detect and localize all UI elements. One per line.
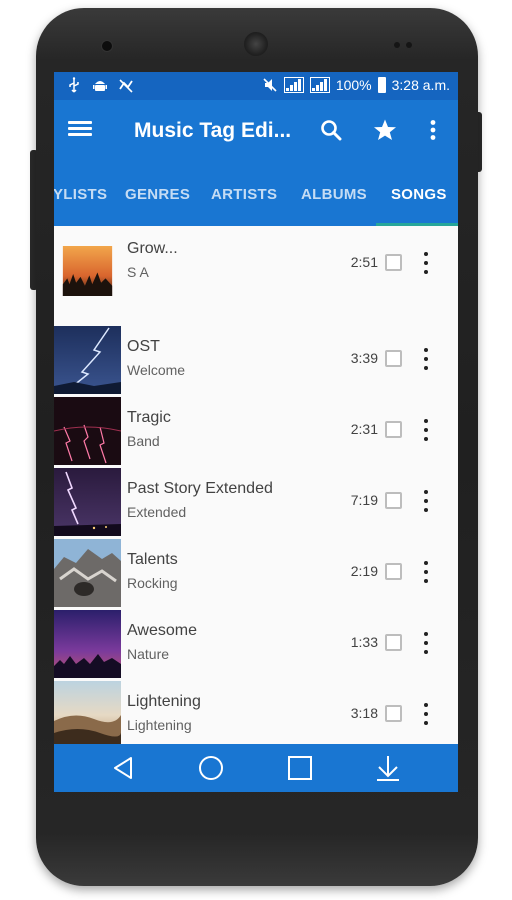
list-item[interactable]: Tragic Band 2:31 — [54, 397, 458, 467]
more-vertical-icon[interactable] — [420, 419, 432, 441]
search-icon[interactable] — [316, 115, 346, 145]
earpiece-speaker — [244, 32, 268, 56]
song-title: Past Story Extended — [127, 480, 273, 497]
song-duration: 2:31 — [350, 421, 378, 437]
song-duration: 3:18 — [350, 705, 378, 721]
select-checkbox[interactable] — [385, 492, 402, 509]
tab-songs[interactable]: SONGS — [391, 186, 447, 203]
song-subtitle: Nature — [127, 646, 170, 662]
battery-icon — [377, 77, 386, 93]
song-title: OST — [127, 338, 160, 355]
song-title: Tragic — [127, 409, 171, 426]
status-bar: 100% 3:28 a.m. — [54, 72, 458, 100]
album-art — [54, 539, 121, 607]
list-item[interactable]: Past Story Extended Extended 7:19 — [54, 468, 458, 538]
select-checkbox[interactable] — [385, 254, 402, 271]
back-icon[interactable] — [109, 752, 141, 784]
tab-playlists[interactable]: YLISTS — [54, 186, 107, 203]
app-title: Music Tag Edi... — [134, 119, 292, 142]
list-item[interactable]: Talents Rocking 2:19 — [54, 539, 458, 609]
album-art — [54, 326, 121, 394]
song-duration: 2:19 — [350, 563, 378, 579]
phone-screen: 100% 3:28 a.m. Music Tag Edi... YLISTS G… — [54, 72, 458, 792]
song-duration: 2:51 — [350, 254, 378, 270]
album-art — [54, 610, 121, 678]
recents-icon[interactable] — [284, 752, 316, 784]
tab-artists[interactable]: ARTISTS — [211, 186, 277, 203]
song-list[interactable]: Grow... S A 2:51 OST Welcome 3:39 Tragic… — [54, 226, 458, 744]
app-bar: Music Tag Edi... — [54, 100, 458, 162]
tab-genres[interactable]: GENRES — [125, 186, 190, 203]
sync-off-icon — [118, 77, 134, 93]
song-subtitle: Band — [127, 433, 160, 449]
download-icon[interactable] — [372, 752, 404, 784]
more-vertical-icon[interactable] — [420, 252, 432, 274]
list-item[interactable]: Lightening Lightening 3:18 — [54, 681, 458, 744]
song-subtitle: Lightening — [127, 717, 192, 733]
song-subtitle: Rocking — [127, 575, 178, 591]
usb-icon — [66, 77, 82, 93]
select-checkbox[interactable] — [385, 705, 402, 722]
album-art — [54, 681, 121, 744]
signal-icon — [309, 77, 330, 93]
navigation-bar — [54, 744, 458, 792]
song-title: Lightening — [127, 693, 201, 710]
home-icon[interactable] — [195, 752, 227, 784]
song-duration: 3:39 — [350, 350, 378, 366]
album-art — [54, 468, 121, 536]
tab-albums[interactable]: ALBUMS — [301, 186, 367, 203]
song-title: Grow... — [127, 240, 178, 257]
select-checkbox[interactable] — [385, 563, 402, 580]
proximity-sensor — [394, 42, 400, 48]
song-duration: 7:19 — [350, 492, 378, 508]
song-subtitle: Welcome — [127, 362, 186, 378]
list-item[interactable]: Grow... S A 2:51 — [54, 240, 458, 322]
song-duration: 1:33 — [350, 634, 378, 650]
more-vertical-icon[interactable] — [420, 561, 432, 583]
front-camera — [101, 40, 113, 52]
hamburger-menu-icon[interactable] — [68, 118, 92, 142]
android-icon — [92, 77, 108, 93]
song-subtitle: Extended — [127, 504, 187, 520]
clock: 3:28 a.m. — [391, 77, 450, 93]
more-vertical-icon[interactable] — [420, 632, 432, 654]
song-title: Talents — [127, 551, 178, 568]
select-checkbox[interactable] — [385, 634, 402, 651]
list-item[interactable]: Awesome Nature 1:33 — [54, 610, 458, 680]
battery-percent: 100% — [335, 77, 372, 93]
list-item[interactable]: OST Welcome 3:39 — [54, 326, 458, 396]
select-checkbox[interactable] — [385, 421, 402, 438]
more-vertical-icon[interactable] — [418, 115, 448, 145]
star-icon[interactable] — [370, 115, 400, 145]
album-art — [54, 397, 121, 465]
select-checkbox[interactable] — [385, 350, 402, 367]
signal-icon — [283, 77, 304, 93]
tab-bar: YLISTS GENRES ARTISTS ALBUMS SONGS — [54, 162, 458, 226]
light-sensor — [406, 42, 412, 48]
song-title: Awesome — [127, 622, 197, 639]
more-vertical-icon[interactable] — [420, 490, 432, 512]
mute-icon — [262, 77, 278, 93]
song-subtitle: S A — [127, 264, 149, 280]
more-vertical-icon[interactable] — [420, 348, 432, 370]
more-vertical-icon[interactable] — [420, 703, 432, 725]
album-art — [62, 246, 113, 296]
